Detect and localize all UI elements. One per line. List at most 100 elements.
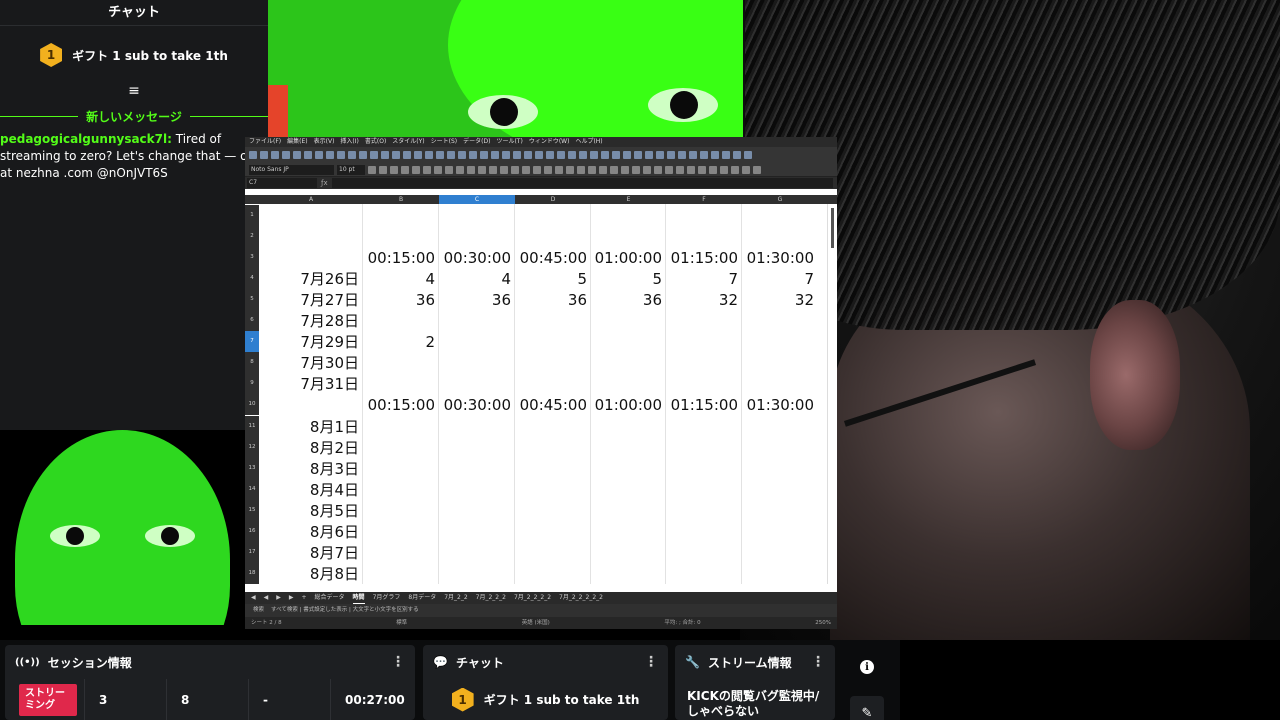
cell[interactable]: 7月29日	[259, 332, 359, 353]
cell[interactable]: 2	[363, 332, 435, 353]
column-header[interactable]: C	[439, 195, 515, 204]
format-icon[interactable]	[687, 165, 695, 174]
vertical-scrollbar[interactable]	[827, 204, 837, 584]
toolbar-icon[interactable]	[359, 150, 367, 159]
row-header[interactable]: 3	[245, 247, 259, 269]
format-icon[interactable]	[632, 165, 640, 174]
edit-icon[interactable]: ✎	[850, 696, 884, 720]
toolbar-icon[interactable]	[480, 150, 488, 159]
font-name-box[interactable]: Noto Sans JP	[249, 164, 334, 175]
new-messages-divider[interactable]: 新しいメッセージ	[0, 108, 269, 125]
column-header[interactable]: A	[259, 195, 363, 204]
menu-item[interactable]: ツール(T)	[496, 137, 522, 147]
info-icon[interactable]: i	[850, 650, 884, 684]
tab-nav-icon[interactable]: ▶	[276, 592, 281, 604]
toolbar-icon[interactable]	[315, 150, 323, 159]
row-header[interactable]: 17	[245, 541, 259, 563]
cell[interactable]: 01:30:00	[742, 395, 814, 416]
format-icon[interactable]	[577, 165, 585, 174]
row-header[interactable]: 6	[245, 310, 259, 332]
cell[interactable]: 36	[591, 290, 662, 311]
cell[interactable]: 8月7日	[259, 543, 359, 564]
row-header[interactable]: 8	[245, 352, 259, 374]
toolbar-icon[interactable]	[744, 150, 752, 159]
stream-menu-icon[interactable]: ⋮	[811, 654, 825, 670]
toolbar-icon[interactable]	[425, 150, 433, 159]
format-icon[interactable]	[588, 165, 596, 174]
sheet-tab[interactable]: 7月グラフ	[373, 592, 401, 604]
toolbar-icon[interactable]	[447, 150, 455, 159]
toolbar-icon[interactable]	[260, 150, 268, 159]
toolbar-icon[interactable]	[502, 150, 510, 159]
format-icon[interactable]	[555, 165, 563, 174]
column-header[interactable]: D	[515, 195, 591, 204]
row-header[interactable]: 13	[245, 457, 259, 479]
toolbar-icon[interactable]	[436, 150, 444, 159]
toolbar-icon[interactable]	[392, 150, 400, 159]
row-header[interactable]: 1	[245, 205, 259, 227]
toolbar-icon[interactable]	[733, 150, 741, 159]
format-icon[interactable]	[544, 165, 552, 174]
format-icon[interactable]	[401, 165, 409, 174]
tab-nav-icon[interactable]: +	[302, 592, 307, 604]
toolbar-icon[interactable]	[271, 150, 279, 159]
row-header[interactable]: 18	[245, 562, 259, 584]
column-header[interactable]: B	[363, 195, 439, 204]
toolbar-icon[interactable]	[381, 150, 389, 159]
cell[interactable]: 5	[515, 269, 587, 290]
format-icon[interactable]	[566, 165, 574, 174]
format-icon[interactable]	[731, 165, 739, 174]
format-icon[interactable]	[511, 165, 519, 174]
cell[interactable]: 8月2日	[259, 438, 359, 459]
name-box[interactable]: C7	[247, 178, 317, 188]
format-icon[interactable]	[742, 165, 750, 174]
cell[interactable]: 36	[363, 290, 435, 311]
menu-item[interactable]: データ(D)	[463, 137, 490, 147]
toolbar-icon[interactable]	[546, 150, 554, 159]
toolbar-icon[interactable]	[678, 150, 686, 159]
cell[interactable]: 00:30:00	[439, 395, 511, 416]
format-icon[interactable]	[643, 165, 651, 174]
toolbar-icon[interactable]	[348, 150, 356, 159]
toolbar-icon[interactable]	[458, 150, 466, 159]
cell[interactable]: 32	[666, 290, 738, 311]
tab-nav-icon[interactable]: ▶	[289, 592, 294, 604]
chat-menu-icon[interactable]: ⋮	[644, 654, 658, 670]
collapse-icon[interactable]: ≡	[0, 84, 268, 98]
cell[interactable]: 01:30:00	[742, 248, 814, 269]
toolbar-icon[interactable]	[414, 150, 422, 159]
formula-input[interactable]	[331, 178, 833, 188]
toolbar-icon[interactable]	[656, 150, 664, 159]
format-icon[interactable]	[445, 165, 453, 174]
menu-item[interactable]: 挿入(I)	[340, 137, 358, 147]
tab-nav-icon[interactable]: ◀	[251, 592, 256, 604]
toolbar-icon[interactable]	[403, 150, 411, 159]
cell[interactable]: 00:45:00	[515, 248, 587, 269]
menu-item[interactable]: 表示(V)	[314, 137, 335, 147]
menu-item[interactable]: 書式(O)	[365, 137, 386, 147]
format-icon[interactable]	[434, 165, 442, 174]
column-header[interactable]: F	[666, 195, 742, 204]
format-icon[interactable]	[610, 165, 618, 174]
menu-item[interactable]: ファイル(F)	[249, 137, 281, 147]
cell[interactable]: 8月4日	[259, 480, 359, 501]
toolbar-icon[interactable]	[634, 150, 642, 159]
format-icon[interactable]	[390, 165, 398, 174]
menu-item[interactable]: 編集(E)	[287, 137, 307, 147]
format-icon[interactable]	[676, 165, 684, 174]
format-icon[interactable]	[412, 165, 420, 174]
format-icon[interactable]	[698, 165, 706, 174]
format-icon[interactable]	[621, 165, 629, 174]
cell[interactable]: 8月8日	[259, 564, 359, 584]
gift-banner[interactable]: 1 ギフト 1 sub to take 1th	[0, 26, 268, 84]
toolbar-icon[interactable]	[711, 150, 719, 159]
toolbar-icon[interactable]	[568, 150, 576, 159]
menu-item[interactable]: ヘルプ(H)	[575, 137, 602, 147]
row-header[interactable]: 15	[245, 499, 259, 521]
function-wizard-icon[interactable]: ƒx	[321, 179, 328, 187]
toolbar-icon[interactable]	[601, 150, 609, 159]
scrollbar-thumb[interactable]	[831, 208, 834, 248]
format-icon[interactable]	[368, 165, 376, 174]
toolbar-icon[interactable]	[304, 150, 312, 159]
toolbar-icon[interactable]	[282, 150, 290, 159]
